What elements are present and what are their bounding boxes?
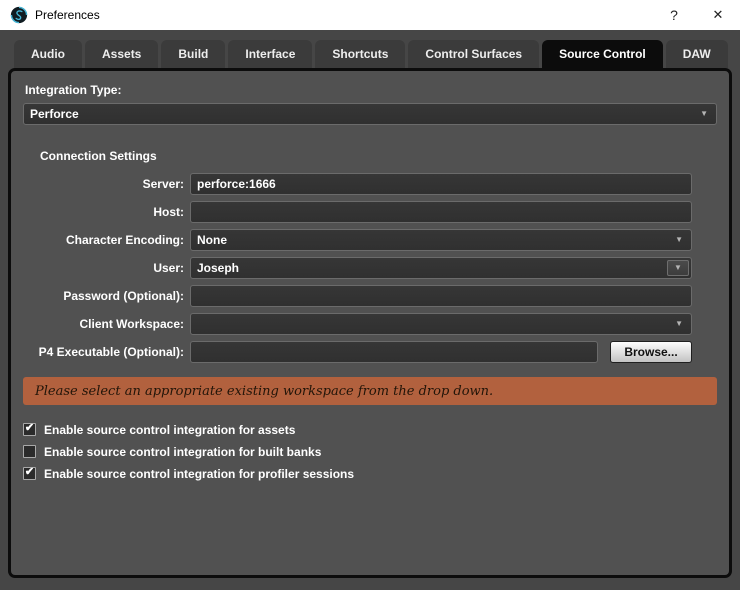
workspace-warning-banner: Please select an appropriate existing wo… bbox=[23, 377, 717, 405]
character-encoding-select[interactable]: None ▼ bbox=[190, 229, 692, 251]
character-encoding-value: None bbox=[197, 233, 685, 247]
chevron-down-icon: ▼ bbox=[675, 320, 683, 328]
connection-settings-heading: Connection Settings bbox=[40, 149, 717, 163]
chevron-down-icon: ▼ bbox=[675, 236, 683, 244]
enable-built-banks-checkbox-row[interactable]: Enable source control integration for bu… bbox=[23, 443, 717, 460]
chevron-down-icon: ▼ bbox=[674, 264, 682, 272]
checkbox-unchecked-icon[interactable] bbox=[23, 445, 36, 458]
checkmark-icon: ✔ bbox=[25, 423, 34, 434]
enable-profiler-sessions-label: Enable source control integration for pr… bbox=[44, 467, 354, 481]
enable-built-banks-label: Enable source control integration for bu… bbox=[44, 445, 321, 459]
p4-executable-row: P4 Executable (Optional): Browse... bbox=[23, 341, 692, 363]
server-row: Server: bbox=[23, 173, 692, 195]
character-encoding-row: Character Encoding: None ▼ bbox=[23, 229, 692, 251]
browse-button[interactable]: Browse... bbox=[610, 341, 692, 363]
p4-executable-input[interactable] bbox=[190, 341, 598, 363]
host-input[interactable] bbox=[190, 201, 692, 223]
tab-interface[interactable]: Interface bbox=[228, 40, 312, 68]
password-label: Password (Optional): bbox=[23, 289, 190, 303]
integration-type-value: Perforce bbox=[30, 107, 710, 121]
host-label: Host: bbox=[23, 205, 190, 219]
p4-executable-label: P4 Executable (Optional): bbox=[23, 345, 190, 359]
tab-audio[interactable]: Audio bbox=[14, 40, 82, 68]
enable-assets-checkbox-row[interactable]: ✔ Enable source control integration for … bbox=[23, 421, 717, 438]
warning-message: Please select an appropriate existing wo… bbox=[35, 384, 493, 399]
checkbox-checked-icon[interactable]: ✔ bbox=[23, 467, 36, 480]
integration-type-select[interactable]: Perforce ▼ bbox=[23, 103, 717, 125]
tab-shortcuts[interactable]: Shortcuts bbox=[315, 40, 405, 68]
close-button[interactable]: ✕ bbox=[696, 0, 740, 30]
user-value: Joseph bbox=[197, 261, 239, 275]
chevron-down-icon: ▼ bbox=[700, 110, 708, 118]
titlebar: Preferences ? ✕ bbox=[0, 0, 740, 30]
server-label: Server: bbox=[23, 177, 190, 191]
source-control-panel: Integration Type: Perforce ▼ Connection … bbox=[8, 68, 732, 578]
client-workspace-select[interactable]: ▼ bbox=[190, 313, 692, 335]
password-row: Password (Optional): bbox=[23, 285, 692, 307]
character-encoding-label: Character Encoding: bbox=[23, 233, 190, 247]
tab-control-surfaces[interactable]: Control Surfaces bbox=[408, 40, 539, 68]
tab-source-control[interactable]: Source Control bbox=[542, 40, 663, 68]
checkbox-checked-icon[interactable]: ✔ bbox=[23, 423, 36, 436]
app-logo-icon bbox=[10, 6, 28, 24]
tab-build[interactable]: Build bbox=[161, 40, 225, 68]
integration-options: ✔ Enable source control integration for … bbox=[23, 421, 717, 482]
user-dropdown-button[interactable]: ▼ bbox=[667, 260, 689, 276]
user-combobox[interactable]: Joseph ▼ bbox=[190, 257, 692, 279]
client-workspace-row: Client Workspace: ▼ bbox=[23, 313, 692, 335]
checkmark-icon: ✔ bbox=[25, 467, 34, 478]
server-input[interactable] bbox=[190, 173, 692, 195]
tab-bar: Audio Assets Build Interface Shortcuts C… bbox=[0, 30, 740, 68]
host-row: Host: bbox=[23, 201, 692, 223]
connection-form: Server: Host: Character Encoding: None ▼ bbox=[23, 173, 717, 363]
user-label: User: bbox=[23, 261, 190, 275]
preferences-window: Preferences ? ✕ Audio Assets Build Inter… bbox=[0, 0, 740, 590]
enable-assets-label: Enable source control integration for as… bbox=[44, 423, 295, 437]
tab-daw[interactable]: DAW bbox=[666, 40, 728, 68]
window-title: Preferences bbox=[35, 8, 100, 22]
tab-assets[interactable]: Assets bbox=[85, 40, 158, 68]
user-row: User: Joseph ▼ bbox=[23, 257, 692, 279]
client-workspace-label: Client Workspace: bbox=[23, 317, 190, 331]
enable-profiler-sessions-checkbox-row[interactable]: ✔ Enable source control integration for … bbox=[23, 465, 717, 482]
integration-type-label: Integration Type: bbox=[25, 83, 717, 97]
password-input[interactable] bbox=[190, 285, 692, 307]
help-button[interactable]: ? bbox=[652, 0, 696, 30]
